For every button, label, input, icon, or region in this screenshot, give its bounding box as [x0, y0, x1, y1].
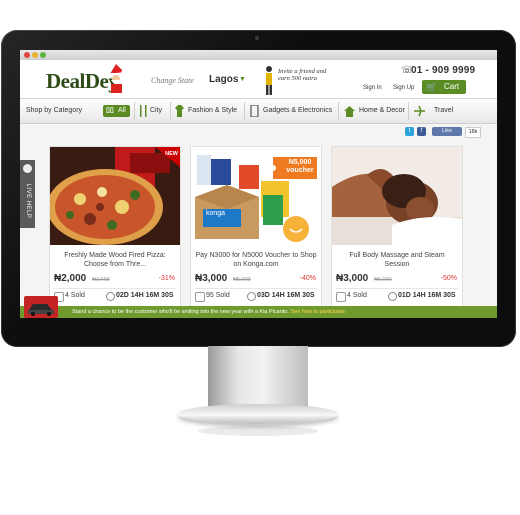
sign-in-link[interactable]: Sign In — [363, 85, 382, 91]
person-figure-icon — [266, 66, 272, 95]
maximize-dot-icon[interactable] — [40, 52, 46, 58]
state-selector[interactable]: Lagos — [209, 74, 238, 85]
tag-icon — [195, 292, 205, 302]
fork-knife-icon — [140, 105, 147, 117]
browser-screen: DealDey Change State Lagos ▼ Invite a fr… — [20, 50, 497, 318]
nav-item-travel[interactable]: Travel — [434, 99, 453, 123]
webcam — [255, 36, 259, 40]
clock-icon — [106, 292, 115, 301]
deal-title[interactable]: Pay N3000 for N5000 Voucher to Shop on K… — [195, 251, 317, 269]
nav-item-fashion[interactable]: Fashion & Style — [188, 99, 237, 123]
deal-card-pizza[interactable]: NEW Freshly Made Wood Fired Pizza: Choos… — [49, 146, 181, 308]
nav-item-gadgets[interactable]: Gadgets & Electronics — [263, 99, 332, 123]
deal-discount: -50% — [440, 275, 457, 282]
deal-price: ₦3,000 — [336, 273, 369, 284]
home-icon — [344, 106, 355, 117]
clock-icon — [247, 292, 256, 301]
deal-card-massage[interactable]: Full Body Massage and Steam Session ₦3,0… — [331, 146, 463, 308]
like-label: Like — [441, 128, 453, 134]
deal-discount: -40% — [299, 275, 316, 282]
all-category-button[interactable]: ▯▯ All — [103, 105, 130, 117]
chevron-down-icon[interactable]: ▼ — [239, 76, 246, 83]
banner-message: Stand a chance to be the customer who'll… — [72, 306, 346, 318]
deal-countdown: 03D 14H 16M 30S — [257, 292, 315, 299]
deal-old-price: ₦6,000 — [374, 277, 392, 283]
like-count: 18k — [465, 127, 481, 138]
live-help-tab[interactable]: LIVE HELP — [20, 160, 35, 228]
deal-old-price: ₦5,000 — [233, 277, 251, 283]
tag-icon — [336, 292, 346, 302]
new-badge: NEW — [165, 151, 178, 157]
santa-mascot-icon — [109, 64, 127, 93]
deal-countdown: 01D 14H 16M 30S — [398, 292, 456, 299]
banner-text: Stand a chance to be the customer who'll… — [72, 309, 289, 315]
deal-sold-count: 95 Sold — [206, 292, 230, 299]
cart-button[interactable]: 🛒 Cart — [422, 80, 466, 94]
phone-number: 01 - 909 9999 — [411, 65, 476, 76]
deal-title[interactable]: Full Body Massage and Steam Session — [336, 251, 458, 269]
facebook-like-button[interactable]: Like — [432, 127, 462, 136]
shop-by-category-label[interactable]: Shop by Category — [26, 99, 82, 123]
deal-sold-count: 4 Sold — [65, 292, 85, 299]
nav-item-home-decor[interactable]: Home & Decor — [359, 99, 405, 123]
participate-link[interactable]: See how to participate. — [290, 309, 346, 315]
stand-shadow — [198, 426, 318, 436]
deal-old-price: ₦2,668 — [92, 277, 110, 283]
car-promo-icon — [24, 296, 58, 318]
deal-price: ₦2,000 — [54, 273, 87, 284]
konga-brand: konga — [206, 210, 226, 217]
deal-sold-count: 4 Sold — [347, 292, 367, 299]
grid-icon: ▯▯ — [106, 107, 114, 114]
all-label: All — [118, 107, 126, 114]
pizza-deal-image — [50, 147, 180, 245]
change-state-label: Change State — [151, 76, 194, 85]
phone-device-icon — [250, 105, 259, 117]
deal-card-konga[interactable]: N5,000 voucher konga Pay N3000 for N5000… — [190, 146, 322, 308]
sign-up-link[interactable]: Sign Up — [393, 85, 414, 91]
cart-icon: 🛒 — [426, 82, 438, 92]
deal-discount: -31% — [158, 275, 175, 282]
twitter-icon[interactable]: t — [405, 127, 414, 136]
airplane-icon — [414, 105, 425, 117]
monitor-stand-base — [178, 404, 338, 424]
deal-title[interactable]: Freshly Made Wood Fired Pizza: Choose fr… — [54, 251, 176, 269]
live-help-label: LIVE HELP — [25, 183, 31, 219]
category-nav: Shop by Category ▯▯ All City Fashion & S… — [20, 98, 497, 124]
nav-item-city[interactable]: City — [150, 99, 162, 123]
deal-price: ₦3,000 — [195, 273, 228, 284]
shirt-icon — [175, 105, 184, 117]
clock-icon — [388, 292, 397, 301]
voucher-sticker: N5,000 voucher — [286, 159, 314, 174]
promo-banner[interactable]: Stand a chance to be the customer who'll… — [20, 296, 497, 318]
site-header: DealDey Change State Lagos ▼ Invite a fr… — [20, 60, 497, 98]
massage-deal-image — [332, 147, 462, 245]
cart-label: Cart — [444, 82, 460, 91]
facebook-icon[interactable]: f — [417, 127, 426, 136]
minimize-dot-icon[interactable] — [32, 52, 38, 58]
invite-friend-promo[interactable]: Invite a friend and earn 500 naira — [278, 68, 336, 82]
deal-countdown: 02D 14H 16M 30S — [116, 292, 174, 299]
headset-icon — [23, 164, 32, 173]
close-dot-icon[interactable] — [24, 52, 30, 58]
monitor-stand-neck — [208, 346, 308, 408]
